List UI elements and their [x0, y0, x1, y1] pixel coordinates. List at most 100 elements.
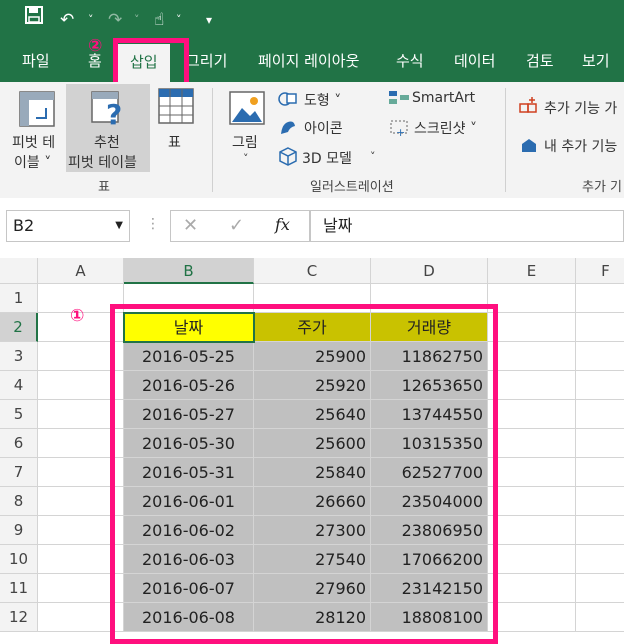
cell[interactable] — [488, 516, 576, 545]
column-header-c[interactable]: C — [254, 258, 371, 284]
row-header[interactable]: 3 — [0, 342, 38, 371]
column-header-e[interactable]: E — [488, 258, 576, 284]
addins-group-label: 추가 기 — [582, 180, 623, 195]
touch-mode-icon[interactable]: ☝ — [154, 0, 164, 40]
picture-dropdown-icon[interactable]: ˅ — [243, 152, 249, 165]
3d-model-label[interactable]: 3D 모델 — [302, 148, 352, 168]
cell[interactable] — [576, 487, 624, 516]
3d-model-icon[interactable] — [278, 146, 298, 170]
recommended-pivot-icon: ? — [90, 90, 128, 132]
table-label[interactable]: 표 — [168, 132, 181, 152]
table-icon[interactable] — [158, 88, 194, 128]
cell[interactable] — [488, 458, 576, 487]
cell[interactable] — [488, 574, 576, 603]
customize-icon[interactable]: ▾ — [206, 0, 212, 40]
cell[interactable] — [488, 545, 576, 574]
cell[interactable] — [488, 284, 576, 313]
cell[interactable] — [576, 284, 624, 313]
name-box[interactable]: B2 ▼ — [6, 210, 130, 242]
cell[interactable] — [576, 429, 624, 458]
cell[interactable] — [576, 603, 624, 632]
smartart-label[interactable]: SmartArt — [412, 90, 475, 106]
get-addins-icon[interactable] — [518, 96, 538, 120]
row-header[interactable]: 1 — [0, 284, 38, 313]
row-header[interactable]: 6 — [0, 429, 38, 458]
cell[interactable] — [488, 313, 576, 342]
undo-icon[interactable]: ↶ — [60, 0, 74, 40]
icons-label[interactable]: 아이콘 — [304, 118, 343, 138]
column-header-a[interactable]: A — [38, 258, 124, 284]
cell[interactable] — [488, 400, 576, 429]
cancel-icon[interactable]: ✕ — [183, 215, 198, 236]
cell[interactable] — [576, 342, 624, 371]
picture-label[interactable]: 그림 — [232, 132, 258, 152]
cell[interactable] — [576, 516, 624, 545]
cell[interactable] — [488, 487, 576, 516]
get-addins-label[interactable]: 추가 기능 가 — [544, 98, 617, 118]
cell[interactable] — [576, 400, 624, 429]
row-header[interactable]: 9 — [0, 516, 38, 545]
name-box-value: B2 — [13, 216, 35, 235]
select-all-corner[interactable] — [0, 258, 38, 284]
row-header[interactable]: 8 — [0, 487, 38, 516]
tab-formulas[interactable]: 수식 — [396, 40, 424, 82]
cell[interactable] — [488, 429, 576, 458]
my-addins-label[interactable]: 내 추가 기능 — [544, 136, 617, 156]
tab-review[interactable]: 검토 — [526, 40, 554, 82]
shapes-label[interactable]: 도형 ˅ — [304, 90, 341, 110]
separator — [505, 88, 506, 192]
touch-dropdown-icon[interactable]: ˅ — [176, 0, 182, 40]
row-header[interactable]: 10 — [0, 545, 38, 574]
column-header-f[interactable]: F — [576, 258, 624, 284]
tab-page-layout[interactable]: 페이지 레이아웃 — [258, 40, 359, 82]
column-header-d[interactable]: D — [371, 258, 488, 284]
table-range-highlight — [110, 304, 498, 644]
cell[interactable] — [488, 342, 576, 371]
row-header[interactable]: 2 — [0, 313, 38, 342]
annotation-one: ① — [70, 306, 85, 326]
column-header-b[interactable]: B — [124, 258, 254, 284]
cell[interactable] — [576, 313, 624, 342]
formula-input[interactable]: 날짜 — [310, 210, 624, 242]
picture-icon[interactable] — [228, 90, 266, 130]
enter-icon[interactable]: ✓ — [229, 215, 244, 236]
more-options-icon[interactable]: ⋮ — [146, 216, 160, 232]
pivot-table-icon[interactable] — [18, 90, 56, 132]
row-header[interactable]: 11 — [0, 574, 38, 603]
my-addins-icon[interactable] — [520, 136, 538, 158]
cell[interactable] — [576, 371, 624, 400]
row-header[interactable]: 12 — [0, 603, 38, 632]
svg-text:+: + — [396, 126, 405, 136]
pivot-table-label-2[interactable]: 이블 ˅ — [14, 152, 51, 172]
undo-dropdown-icon[interactable]: ˅ — [88, 0, 94, 40]
smartart-icon[interactable] — [388, 90, 410, 110]
quick-access-toolbar: ↶ ˅ ↷ ˅ ☝ ˅ ▾ — [0, 0, 624, 40]
pivot-table-label-1[interactable]: 피벗 테 — [12, 132, 55, 152]
tab-data[interactable]: 데이터 — [454, 40, 495, 82]
chevron-down-icon[interactable]: ▼ — [115, 211, 123, 241]
insert-tab-highlight — [113, 38, 189, 88]
save-icon[interactable] — [24, 0, 44, 40]
row-header[interactable]: 4 — [0, 371, 38, 400]
redo-icon[interactable]: ↷ — [108, 0, 122, 40]
insert-function-icon[interactable]: fx — [275, 215, 290, 234]
svg-text:?: ? — [106, 98, 122, 128]
screenshot-icon[interactable]: + — [390, 120, 410, 140]
recommended-pivot-label-2: 피벗 테이블 — [68, 155, 137, 171]
cell[interactable] — [488, 603, 576, 632]
cell[interactable] — [576, 574, 624, 603]
cell[interactable] — [488, 371, 576, 400]
redo-dropdown-icon[interactable]: ˅ — [134, 0, 140, 40]
row-header[interactable]: 7 — [0, 458, 38, 487]
icons-icon[interactable] — [278, 118, 298, 140]
tab-view[interactable]: 보기 — [582, 40, 610, 82]
screenshot-label[interactable]: 스크린샷 ˅ — [414, 118, 477, 138]
formula-buttons: ✕ ✓ fx — [170, 210, 310, 242]
cell[interactable] — [576, 458, 624, 487]
3d-model-dropdown-icon[interactable]: ˅ — [370, 150, 376, 163]
cell[interactable] — [576, 545, 624, 574]
row-header[interactable]: 5 — [0, 400, 38, 429]
tab-file[interactable]: 파일 — [22, 40, 50, 82]
shapes-icon[interactable] — [278, 90, 298, 112]
tab-draw[interactable]: 그리기 — [186, 40, 227, 82]
